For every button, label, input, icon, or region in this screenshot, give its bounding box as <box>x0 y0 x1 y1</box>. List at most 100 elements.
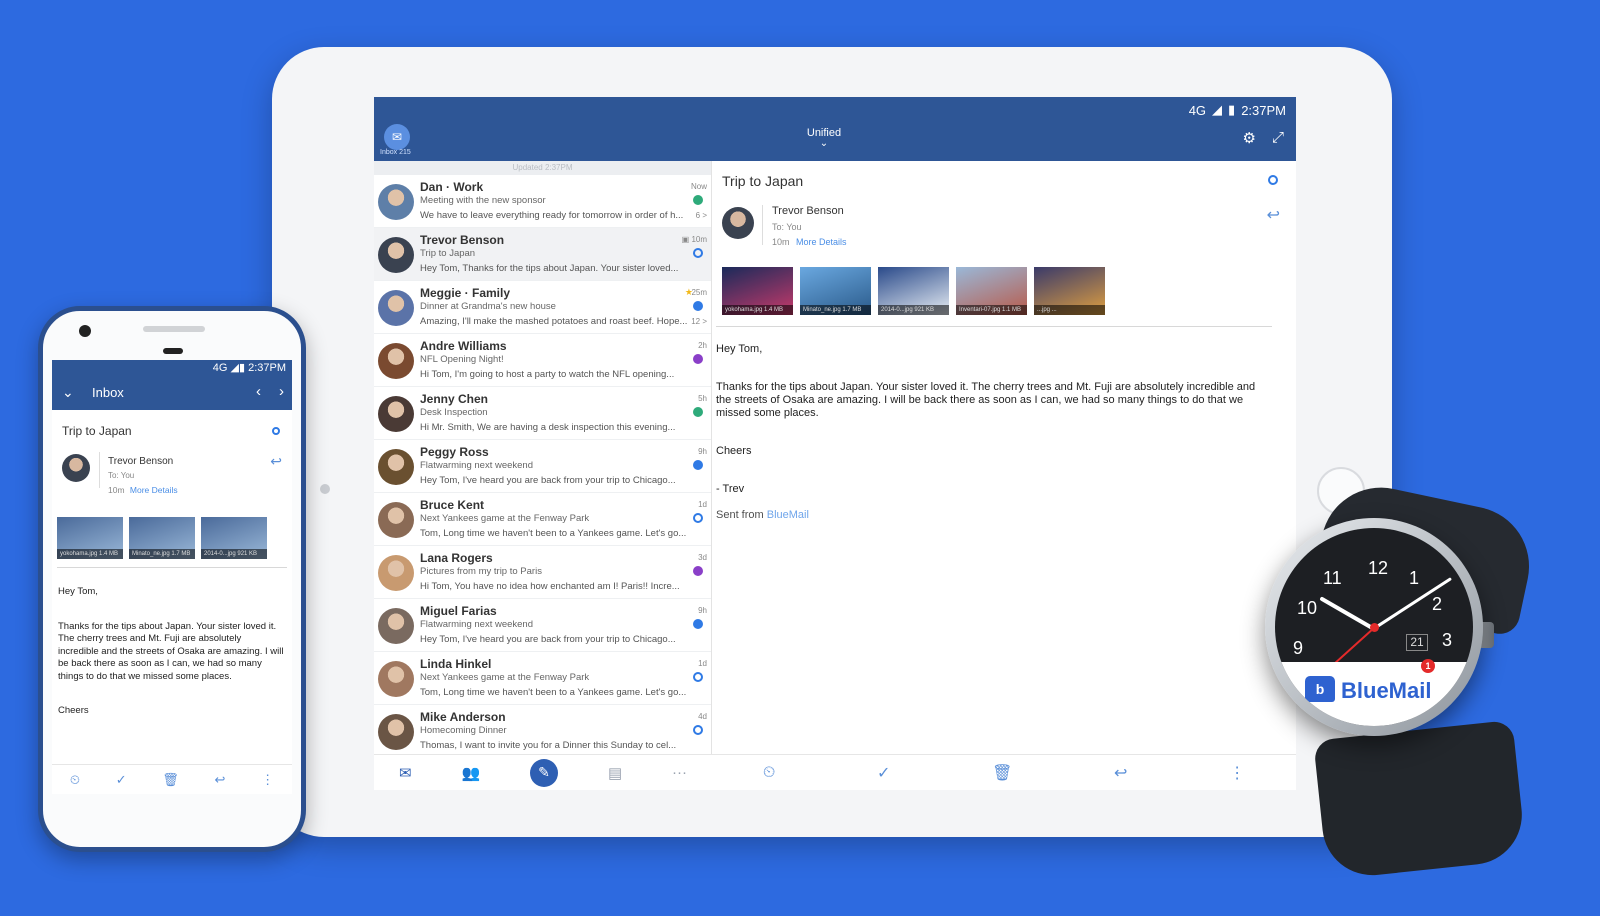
hour-numeral: 9 <box>1293 638 1304 658</box>
attachment-thumbnail[interactable]: Minato_ne.jpg 1.7 MB <box>129 517 195 559</box>
list-item[interactable]: Meggie · Family Dinner at Grandma's new h… <box>374 281 711 334</box>
snooze-icon[interactable]: ⏲ <box>70 772 80 788</box>
bluemail-logo-icon[interactable]: ✉ <box>384 124 410 150</box>
avatar[interactable] <box>378 555 414 591</box>
attachment-thumbnail[interactable]: yokohama.jpg 1.4 MB <box>57 517 123 559</box>
snooze-icon[interactable]: ⏲ <box>763 764 775 782</box>
watch-face: 12 1 2 3 9 10 11 21 b 1 BlueMail <box>1275 528 1473 726</box>
list-item[interactable]: Jenny Chen Desk Inspection Hi Mr. Smith, W… <box>374 387 711 440</box>
avatar[interactable] <box>378 343 414 379</box>
flag-icon[interactable] <box>272 427 280 435</box>
status-bar: 4G ◢▮ 2:37PM <box>52 360 292 376</box>
attachment-thumbnail[interactable]: Inventari-07.jpg 1.1 MB <box>956 267 1027 315</box>
inbox-icon[interactable]: ✉ <box>399 764 412 782</box>
account-switcher[interactable]: Unified ⌄ <box>794 127 854 149</box>
message-preview: Thomas, I want to invite you for a Dinne… <box>420 740 677 751</box>
avatar[interactable] <box>62 454 90 482</box>
message-time: 25m <box>691 288 707 297</box>
avatar[interactable] <box>378 449 414 485</box>
flag-icon[interactable] <box>1268 175 1278 185</box>
list-item[interactable]: Andre Williams NFL Opening Night! Hi Tom, … <box>374 334 711 387</box>
status-dot[interactable] <box>693 407 703 417</box>
list-item[interactable]: Dan · Work Meeting with the new sponsor We… <box>374 175 711 228</box>
divider <box>99 452 100 488</box>
more-vertical-icon[interactable]: ⋮ <box>1229 763 1245 783</box>
chevron-left-icon[interactable]: ‹ <box>256 383 261 400</box>
avatar[interactable] <box>378 608 414 644</box>
status-dot[interactable] <box>693 248 703 258</box>
avatar[interactable] <box>378 184 414 220</box>
list-item[interactable]: Bruce Kent Next Yankees game at the Fenwa… <box>374 493 711 546</box>
signature-link[interactable]: BlueMail <box>767 509 809 521</box>
message-list: Updated 2:37PM Dan · Work Meeting with th… <box>374 161 712 790</box>
status-dot[interactable] <box>693 672 703 682</box>
app-header: ⌄ Inbox ‹ › <box>52 376 292 410</box>
list-item[interactable]: Lana Rogers Pictures from my trip to Pari… <box>374 546 711 599</box>
bluemail-logo-icon: b <box>1305 676 1335 702</box>
reply-all-icon[interactable]: ↩ <box>270 453 282 470</box>
status-dot[interactable] <box>693 354 703 364</box>
check-icon[interactable]: ✓ <box>116 772 127 788</box>
attachment-thumbnail[interactable]: 2014-0...jpg 921 KB <box>878 267 949 315</box>
message-body: Hey Tom, Thanks for the tips about Japan… <box>58 586 284 740</box>
status-dot[interactable] <box>693 513 703 523</box>
list-item[interactable]: Trevor Benson Trip to Japan Hey Tom, Thank… <box>374 228 711 281</box>
list-item[interactable]: Mike Anderson Homecoming Dinner Thomas, I … <box>374 705 711 758</box>
attachment-thumbnail[interactable]: 2014-0...jpg 921 KB <box>201 517 267 559</box>
attachment-size: 1.7 MB <box>171 551 191 557</box>
message-preview: Tom, Long time we haven't been to a Yank… <box>420 687 687 698</box>
compose-icon[interactable]: ✎ <box>530 758 559 787</box>
inbox-count-label: Inbox 215 <box>380 149 411 156</box>
status-dot[interactable] <box>693 566 703 576</box>
more-vertical-icon[interactable]: ⋮ <box>261 772 274 788</box>
attachment-thumbnail[interactable]: yokohama.jpg 1.4 MB <box>722 267 793 315</box>
avatar[interactable] <box>378 714 414 750</box>
list-item[interactable]: Linda Hinkel Next Yankees game at the Fen… <box>374 652 711 705</box>
hour-numeral: 1 <box>1409 568 1420 588</box>
body-paragraph: - Trev <box>716 483 745 495</box>
sender-name: Dan · Work <box>420 180 484 194</box>
chevron-right-icon[interactable]: › <box>279 383 284 400</box>
status-dot[interactable] <box>693 301 703 311</box>
avatar[interactable] <box>378 237 414 273</box>
more-dots-icon[interactable]: ··· <box>672 764 687 781</box>
message-time: 1d <box>698 659 707 668</box>
more-details-link[interactable]: More Details <box>130 485 178 495</box>
gear-icon[interactable]: ⚙ <box>1243 129 1256 147</box>
trash-icon[interactable]: 🗑 <box>162 772 179 788</box>
more-details-link[interactable]: More Details <box>796 237 847 247</box>
status-dot[interactable] <box>693 619 703 629</box>
trash-icon[interactable]: 🗑 <box>992 763 1012 783</box>
reply-all-icon[interactable]: ↩ <box>1267 205 1280 225</box>
contacts-icon[interactable]: 👥 <box>461 764 480 782</box>
message-subject: Dinner at Grandma's new house <box>420 301 556 312</box>
status-dot[interactable] <box>693 725 703 735</box>
reply-all-icon[interactable]: ↩ <box>215 772 226 788</box>
status-dot[interactable] <box>693 460 703 470</box>
attachment-thumbnail[interactable]: Minato_ne.jpg 1.7 MB <box>800 267 871 315</box>
list-item[interactable]: Miguel Farias Flatwarming next weekend Hey… <box>374 599 711 652</box>
avatar[interactable] <box>378 661 414 697</box>
message-preview: Hey Tom, Thanks for the tips about Japan… <box>420 263 679 274</box>
divider <box>57 567 287 568</box>
expand-icon[interactable]: ⤢ <box>1272 129 1284 147</box>
attachment-thumbnail[interactable]: ...jpg ... <box>1034 267 1105 315</box>
status-dot[interactable] <box>693 195 703 205</box>
star-icon[interactable]: ★ <box>685 287 693 298</box>
signal-icon: ◢▮ <box>230 362 246 374</box>
check-icon[interactable]: ✓ <box>877 763 890 783</box>
attachment-name: Minato_ne.jpg <box>132 551 170 557</box>
avatar[interactable] <box>722 207 754 239</box>
signature: Sent from BlueMail <box>716 509 1272 522</box>
chevron-down-icon[interactable]: ⌄ <box>62 384 74 401</box>
thread-count: 12 > <box>691 317 707 326</box>
clipboard-icon[interactable]: ▤ <box>608 764 622 782</box>
list-item[interactable]: Peggy Ross Flatwarming next weekend Hey To… <box>374 440 711 493</box>
message-subject: Homecoming Dinner <box>420 725 507 736</box>
avatar[interactable] <box>378 396 414 432</box>
avatar[interactable] <box>378 290 414 326</box>
reply-all-icon[interactable]: ↩ <box>1114 763 1127 783</box>
status-bar: 4G ◢ ▮ 2:37PM <box>374 97 1296 123</box>
body-paragraph: Cheers <box>58 705 89 716</box>
avatar[interactable] <box>378 502 414 538</box>
